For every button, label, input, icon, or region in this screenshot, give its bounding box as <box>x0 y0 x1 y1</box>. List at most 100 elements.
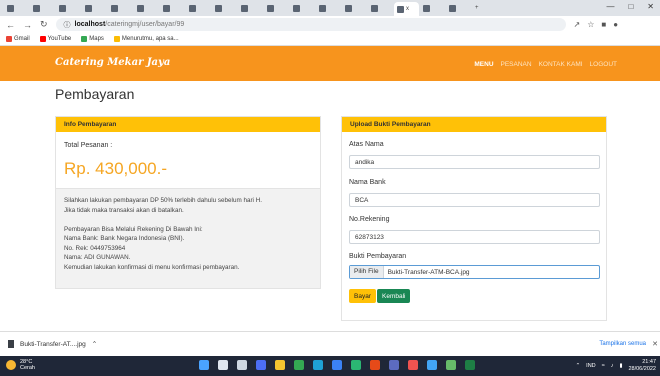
maximize-icon[interactable]: □ <box>628 2 633 11</box>
tab-favicon-icon <box>163 4 170 12</box>
app-icon[interactable] <box>427 360 437 370</box>
taskbar-apps <box>199 360 475 370</box>
proof-file-input[interactable]: Pilih File Bukti-Transfer-ATM-BCA.jpg <box>349 265 600 279</box>
language-indicator[interactable]: IND <box>586 363 595 369</box>
site-brand[interactable]: Catering Mekar Jaya <box>55 57 170 68</box>
tab-favicon-icon <box>7 4 14 12</box>
download-bar: Bukti-Transfer-AT....jpg ⌃ Tampilkan sem… <box>0 331 660 356</box>
file-explorer-icon[interactable] <box>275 360 285 370</box>
search-icon[interactable] <box>218 360 228 370</box>
date: 28/06/2022 <box>628 366 656 372</box>
browser-tab[interactable] <box>238 2 263 14</box>
account-number-label: No.Rekening <box>349 216 390 223</box>
profile-icon[interactable]: ● <box>613 20 618 29</box>
browser-tab[interactable] <box>30 2 55 14</box>
browser-tab[interactable] <box>212 2 237 14</box>
browser-tab[interactable] <box>4 2 29 14</box>
proof-label: Bukti Pembayaran <box>349 253 407 260</box>
close-icon[interactable]: ✕ <box>652 340 658 348</box>
minimize-icon[interactable]: — <box>606 2 614 11</box>
reload-icon[interactable]: ↻ <box>40 19 48 30</box>
wifi-icon[interactable]: ≈ <box>602 363 605 369</box>
edge-icon[interactable] <box>313 360 323 370</box>
chevron-up-icon[interactable]: ⌃ <box>576 363 581 369</box>
time: 21:47 <box>642 359 656 365</box>
page-title: Pembayaran <box>55 86 135 102</box>
instruction-line: Jika tidak maka transaksi akan di batalk… <box>64 206 184 214</box>
bank-label: Nama Bank <box>349 179 386 186</box>
bookmark-label: Maps <box>89 36 104 42</box>
excel-icon[interactable] <box>465 360 475 370</box>
browser-tab[interactable] <box>56 2 81 14</box>
app-icon[interactable] <box>389 360 399 370</box>
tab-favicon-icon <box>137 4 144 12</box>
name-field[interactable]: andika <box>349 155 600 169</box>
tab-favicon-icon <box>215 4 222 12</box>
browser-tab[interactable] <box>264 2 289 14</box>
window-controls: — □ ✕ <box>606 2 654 11</box>
chevron-up-icon[interactable]: ⌃ <box>92 340 97 348</box>
weather-widget[interactable]: 28°C Cerah <box>6 359 35 371</box>
show-all-button[interactable]: Tampilkan semua <box>599 341 646 347</box>
tab-favicon-icon <box>319 4 326 12</box>
tab-favicon-icon <box>267 4 274 12</box>
back-button[interactable]: Kembali <box>377 289 411 303</box>
clock[interactable]: 21:47 28/06/2022 <box>628 359 656 373</box>
tab-favicon-icon <box>33 4 40 12</box>
bookmark-menurutmu[interactable]: Menurutmu, apa sa... <box>113 36 179 42</box>
store-icon[interactable] <box>332 360 342 370</box>
instruction-line: Silahkan lakukan pembayaran DP 50% terle… <box>64 197 263 204</box>
browser-tab[interactable] <box>186 2 211 14</box>
upload-form: Atas Nama andika Nama Bank BCA No.Rekeni… <box>341 0 607 376</box>
bookmark-maps[interactable]: Maps <box>81 36 104 42</box>
instruction-line: Nama: ADI GUNAWAN. <box>64 254 131 261</box>
back-icon[interactable]: ← <box>6 20 15 30</box>
total-value: Rp. 430,000.- <box>64 159 168 178</box>
instruction-line <box>64 215 312 225</box>
app-icon[interactable] <box>351 360 361 370</box>
app-icon[interactable] <box>446 360 456 370</box>
volume-icon[interactable]: ♪ <box>611 363 614 369</box>
bookmark-label: YouTube <box>47 36 72 42</box>
browser-tab[interactable] <box>290 2 315 14</box>
instruction-line: Pembayaran Bisa Melalui Rekening Di Bawa… <box>64 225 203 233</box>
browser-tab[interactable] <box>134 2 159 14</box>
youtube-icon <box>39 36 46 42</box>
account-number-field[interactable]: 62873123 <box>349 230 600 244</box>
battery-icon[interactable]: ▮ <box>619 363 622 369</box>
tab-favicon-icon <box>241 4 248 12</box>
browser-tab[interactable] <box>82 2 107 14</box>
instruction-line: No. Rek: 0449753964 <box>64 244 126 252</box>
payment-info-card: Info Pembayaran Total Pesanan : Rp. 430,… <box>55 116 321 289</box>
browser-tab[interactable] <box>160 2 185 14</box>
browser-tab[interactable] <box>316 2 341 14</box>
sun-icon <box>6 360 16 370</box>
payment-instructions: Silahkan lakukan pembayaran DP 50% terle… <box>56 188 320 288</box>
close-icon[interactable]: ✕ <box>647 2 654 11</box>
file-name: Bukti-Transfer-ATM-BCA.jpg <box>387 268 470 276</box>
bookmark-label: Gmail <box>14 36 30 42</box>
choose-file-button[interactable]: Pilih File <box>350 266 384 278</box>
download-file-name[interactable]: Bukti-Transfer-AT....jpg <box>20 341 86 348</box>
tab-favicon-icon <box>293 4 300 12</box>
app-icon[interactable] <box>408 360 418 370</box>
forward-icon[interactable]: → <box>23 20 32 30</box>
chrome-icon[interactable] <box>294 360 304 370</box>
instruction-line: Kemudian lakukan konfirmasi di menu konf… <box>64 263 240 271</box>
tab-favicon-icon <box>85 4 92 12</box>
browser-tab[interactable] <box>108 2 133 14</box>
office-icon[interactable] <box>370 360 380 370</box>
tab-favicon-icon <box>59 4 66 12</box>
bookmark-gmail[interactable]: Gmail <box>6 36 30 42</box>
info-icon[interactable]: ⓘ <box>64 20 71 30</box>
gmail-icon <box>6 36 12 42</box>
taskbar: 28°C Cerah ⌃ IND ≈ ♪ ▮ 21:47 28/06/2022 <box>0 356 660 376</box>
task-view-icon[interactable] <box>237 360 247 370</box>
meet-icon[interactable] <box>256 360 266 370</box>
bank-field[interactable]: BCA <box>349 193 600 207</box>
card-header: Info Pembayaran <box>56 117 320 132</box>
pay-button[interactable]: Bayar <box>349 289 376 303</box>
bookmark-youtube[interactable]: YouTube <box>39 36 72 42</box>
name-label: Atas Nama <box>349 141 384 148</box>
windows-start-icon[interactable] <box>199 360 209 370</box>
